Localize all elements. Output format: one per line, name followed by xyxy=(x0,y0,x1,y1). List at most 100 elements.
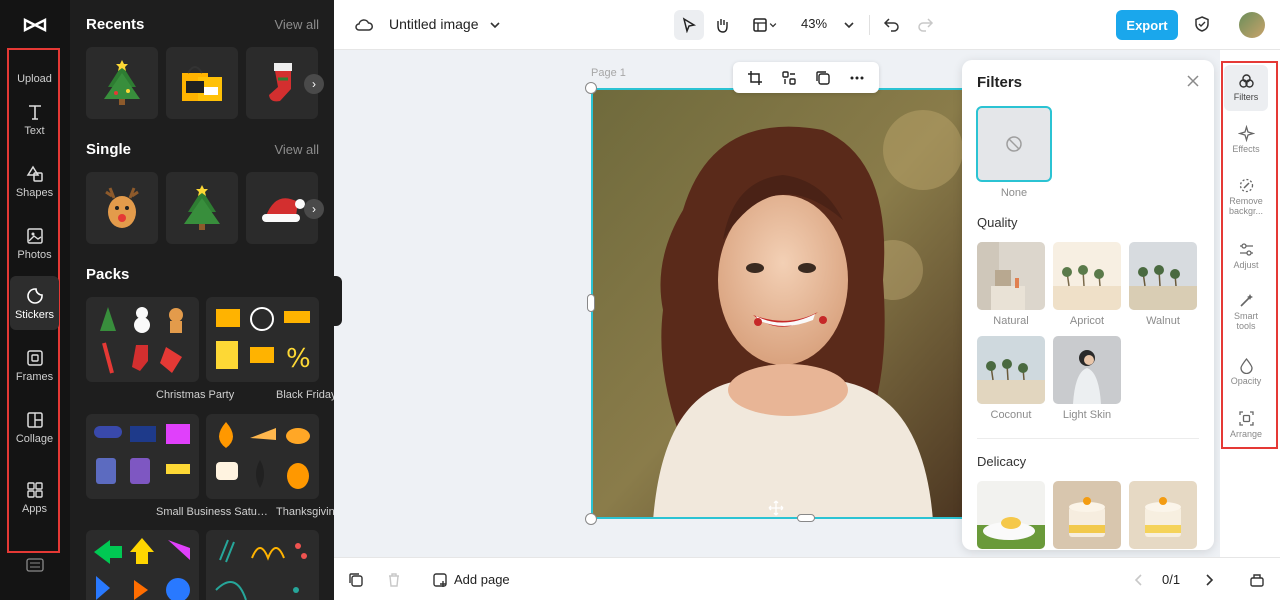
keyboard-icon[interactable] xyxy=(26,558,44,572)
panel-collapse-handle[interactable] xyxy=(334,276,342,326)
rail-item-text[interactable]: Text xyxy=(10,92,59,146)
rail-item-label: Collage xyxy=(15,432,54,445)
sticker-sale-bags[interactable] xyxy=(166,47,238,119)
filter-coconut[interactable] xyxy=(977,336,1045,404)
rail-item-frames[interactable]: Frames xyxy=(10,338,59,392)
move-icon[interactable] xyxy=(768,500,784,516)
cake-thumbnail xyxy=(1053,481,1121,549)
zoom-level[interactable]: 43% xyxy=(801,16,827,31)
pack-thanksgiving[interactable] xyxy=(206,414,319,499)
opacity-icon xyxy=(1239,357,1253,375)
filter-none-option[interactable] xyxy=(976,106,1052,182)
add-page-button[interactable]: Add page xyxy=(454,572,510,587)
stocking-icon xyxy=(269,63,292,102)
chevron-down-icon[interactable] xyxy=(842,18,856,32)
portrait-photo xyxy=(593,90,969,517)
chevron-down-icon[interactable] xyxy=(488,18,502,32)
filter-delicacy-3[interactable] xyxy=(1129,481,1197,549)
rail-item-label: Upload xyxy=(17,73,52,85)
filter-delicacy-1[interactable] xyxy=(977,481,1045,549)
right-rail-label: Smart tools xyxy=(1233,311,1258,331)
filter-label: Apricot xyxy=(1069,315,1105,327)
right-rail-adjust[interactable]: Adjust xyxy=(1224,233,1268,279)
sale-bags-icon xyxy=(182,66,222,101)
export-button[interactable]: Export xyxy=(1116,10,1178,40)
apps-icon xyxy=(26,481,43,498)
filter-natural[interactable] xyxy=(977,242,1045,310)
resize-handle-bottom-left[interactable] xyxy=(585,513,597,525)
right-rail-opacity[interactable]: Opacity xyxy=(1224,349,1268,395)
christmas-tree-icon xyxy=(184,185,220,230)
select-tool-button[interactable] xyxy=(674,10,704,40)
filter-walnut[interactable] xyxy=(1129,242,1197,310)
right-rail-effects[interactable]: Effects xyxy=(1224,117,1268,163)
smart-crop-icon[interactable] xyxy=(781,70,797,86)
pages-panel-icon[interactable] xyxy=(1249,572,1265,588)
duplicate-icon[interactable] xyxy=(815,70,831,86)
hand-tool-button[interactable] xyxy=(707,10,737,40)
recents-title: Recents xyxy=(86,16,145,33)
sticker-reindeer[interactable] xyxy=(86,172,158,244)
right-rail-remove-background[interactable]: Remove backgr... xyxy=(1224,174,1268,220)
duplicate-page-icon[interactable] xyxy=(348,572,364,588)
sticker-christmas-tree-2[interactable] xyxy=(166,172,238,244)
capcut-logo-icon[interactable] xyxy=(22,12,48,38)
undo-icon[interactable] xyxy=(883,15,901,33)
resize-handle-left[interactable] xyxy=(587,294,595,312)
redo-icon[interactable] xyxy=(916,15,934,33)
reindeer-icon xyxy=(105,187,139,228)
pack-label: Christmas Party xyxy=(156,389,235,401)
cloud-save-icon[interactable] xyxy=(354,15,374,35)
pack-doodles[interactable] xyxy=(206,530,319,600)
right-rail-arrange[interactable]: Arrange xyxy=(1224,402,1268,448)
light-skin-thumbnail xyxy=(1053,336,1121,404)
single-view-all-link[interactable]: View all xyxy=(274,142,319,157)
recents-next-arrow[interactable]: › xyxy=(304,74,324,94)
pointer-icon xyxy=(682,17,697,33)
pack-black-friday[interactable]: % xyxy=(206,297,319,382)
right-rail-label: Remove backgr... xyxy=(1228,196,1264,216)
chevron-left-icon[interactable] xyxy=(1132,573,1146,587)
chevron-right-icon[interactable] xyxy=(1202,573,1216,587)
rail-item-stickers[interactable]: Stickers xyxy=(10,276,59,330)
rail-item-label: Text xyxy=(24,124,45,137)
walnut-thumbnail xyxy=(1129,242,1197,310)
rail-item-photos[interactable]: Photos xyxy=(10,216,59,270)
section-divider xyxy=(977,438,1199,439)
user-avatar[interactable] xyxy=(1239,12,1265,38)
canvas-image[interactable] xyxy=(591,88,971,519)
cake-thumbnail xyxy=(1129,481,1197,549)
add-page-icon[interactable] xyxy=(432,572,448,588)
layout-size-button[interactable] xyxy=(745,10,785,40)
rail-item-apps[interactable]: Apps xyxy=(10,470,59,524)
pack-small-business[interactable] xyxy=(86,414,199,499)
trash-icon[interactable] xyxy=(386,572,402,588)
resize-handle-bottom[interactable] xyxy=(797,514,815,522)
right-rail-smart-tools[interactable]: Smart tools xyxy=(1224,289,1268,335)
document-title[interactable]: Untitled image xyxy=(389,16,479,32)
sticker-christmas-tree[interactable] xyxy=(86,47,158,119)
photos-icon xyxy=(26,227,43,244)
pack-christmas-party[interactable] xyxy=(86,297,199,382)
filter-delicacy-2[interactable] xyxy=(1053,481,1121,549)
stickers-icon xyxy=(26,287,43,304)
collage-icon xyxy=(26,411,43,428)
resize-handle-top-left[interactable] xyxy=(585,82,597,94)
rail-item-label: Stickers xyxy=(14,308,55,321)
image-floating-toolbar xyxy=(733,62,879,93)
pack-label: Black Friday/Cyber M... xyxy=(276,389,334,401)
shield-icon[interactable] xyxy=(1193,15,1211,33)
pack-label: Small Business Saturd... xyxy=(156,506,269,518)
right-rail-filters[interactable]: Filters xyxy=(1224,65,1268,111)
single-next-arrow[interactable]: › xyxy=(304,199,324,219)
pack-arrows[interactable] xyxy=(86,530,199,600)
more-options-icon[interactable] xyxy=(849,70,865,86)
crop-icon[interactable] xyxy=(747,70,763,86)
filter-label: Coconut xyxy=(990,409,1032,421)
rail-item-shapes[interactable]: Shapes xyxy=(10,154,59,208)
filter-apricot[interactable] xyxy=(1053,242,1121,310)
recents-view-all-link[interactable]: View all xyxy=(274,17,319,32)
rail-item-collage[interactable]: Collage xyxy=(10,400,59,454)
filter-light-skin[interactable] xyxy=(1053,336,1121,404)
close-icon[interactable] xyxy=(1186,74,1200,88)
